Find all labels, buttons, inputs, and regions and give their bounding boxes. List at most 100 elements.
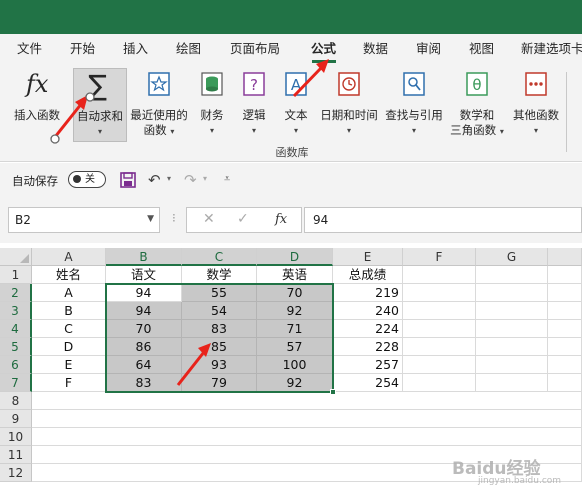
financial-button[interactable]: 财务 ▾ — [194, 68, 230, 144]
cell-b4[interactable]: 70 — [106, 320, 182, 338]
col-header-g[interactable]: G — [476, 248, 548, 266]
fill-handle[interactable] — [330, 389, 336, 395]
cell-a2[interactable]: A — [32, 284, 106, 302]
cell-e6[interactable]: 257 — [333, 356, 403, 374]
cell-b6[interactable]: 64 — [106, 356, 182, 374]
cell-e5[interactable]: 228 — [333, 338, 403, 356]
col-header-c[interactable]: C — [182, 248, 257, 266]
cell-h4[interactable] — [548, 320, 582, 338]
cell-h6[interactable] — [548, 356, 582, 374]
confirm-icon[interactable]: ✓ — [237, 211, 249, 227]
empty-row-10[interactable] — [32, 428, 582, 446]
insert-function-button[interactable]: fx 插入函数 — [8, 68, 66, 144]
cell-h2[interactable] — [548, 284, 582, 302]
autosum-button[interactable]: ∑ 自动求和 ▾ — [73, 68, 127, 142]
text-button[interactable]: A 文本 ▾ — [278, 68, 314, 144]
cell-f2[interactable] — [403, 284, 476, 302]
cell-f1[interactable] — [403, 266, 476, 284]
customize-qat-icon[interactable]: ⩡ — [224, 172, 230, 186]
cell-f7[interactable] — [403, 374, 476, 392]
tab-view[interactable]: 视图 — [469, 34, 494, 64]
undo-dropdown-icon[interactable]: ▾ — [167, 174, 171, 183]
cell-e3[interactable]: 240 — [333, 302, 403, 320]
tab-file[interactable]: 文件 — [17, 34, 42, 64]
col-header-b[interactable]: B — [106, 248, 182, 266]
cell-d4[interactable]: 71 — [257, 320, 333, 338]
redo-icon[interactable]: ↷ — [184, 171, 197, 189]
row-header-4[interactable]: 4 — [0, 320, 32, 338]
cell-f3[interactable] — [403, 302, 476, 320]
lookup-button[interactable]: 查找与引用 ▾ — [382, 68, 446, 144]
cell-d3[interactable]: 92 — [257, 302, 333, 320]
row-header-1[interactable]: 1 — [0, 266, 32, 284]
cell-a5[interactable]: D — [32, 338, 106, 356]
cell-d6[interactable]: 100 — [257, 356, 333, 374]
formula-input[interactable]: 94 — [304, 207, 582, 233]
col-header-a[interactable]: A — [32, 248, 106, 266]
row-header-11[interactable]: 11 — [0, 446, 32, 464]
cell-b5[interactable]: 86 — [106, 338, 182, 356]
cell-e4[interactable]: 224 — [333, 320, 403, 338]
row-header-10[interactable]: 10 — [0, 428, 32, 446]
cell-b1[interactable]: 语文 — [106, 266, 182, 284]
tab-new[interactable]: 新建选项卡 — [521, 34, 582, 64]
cell-d1[interactable]: 英语 — [257, 266, 333, 284]
cancel-icon[interactable]: ✕ — [203, 211, 215, 227]
select-all-corner[interactable] — [0, 248, 32, 266]
cell-b2[interactable]: 94 — [106, 284, 182, 302]
tab-home[interactable]: 开始 — [70, 34, 95, 64]
cell-a6[interactable]: E — [32, 356, 106, 374]
cell-f5[interactable] — [403, 338, 476, 356]
more-functions-button[interactable]: 其他函数 ▾ — [508, 68, 564, 144]
redo-dropdown-icon[interactable]: ▾ — [203, 174, 207, 183]
chevron-down-icon[interactable]: ▼ — [147, 214, 154, 224]
tab-insert[interactable]: 插入 — [123, 34, 148, 64]
cell-d5[interactable]: 57 — [257, 338, 333, 356]
cell-a7[interactable]: F — [32, 374, 106, 392]
insert-function-icon[interactable]: fx — [275, 212, 287, 227]
tab-review[interactable]: 审阅 — [416, 34, 441, 64]
cell-h1[interactable] — [548, 266, 582, 284]
cell-b3[interactable]: 94 — [106, 302, 182, 320]
cell-c5[interactable]: 85 — [182, 338, 257, 356]
row-header-12[interactable]: 12 — [0, 464, 32, 482]
row-header-7[interactable]: 7 — [0, 374, 32, 392]
name-box[interactable]: B2 ▼ — [8, 207, 160, 233]
col-header-d[interactable]: D — [257, 248, 333, 266]
logical-button[interactable]: ? 逻辑 ▾ — [236, 68, 272, 144]
save-icon[interactable] — [120, 172, 136, 191]
autosave-toggle[interactable]: 关 — [68, 171, 106, 188]
cell-a1[interactable]: 姓名 — [32, 266, 106, 284]
row-header-8[interactable]: 8 — [0, 392, 32, 410]
cell-a3[interactable]: B — [32, 302, 106, 320]
col-header-e[interactable]: E — [333, 248, 403, 266]
empty-row-9[interactable] — [32, 410, 582, 428]
cell-h5[interactable] — [548, 338, 582, 356]
tab-page-layout[interactable]: 页面布局 — [230, 34, 280, 64]
cell-d7[interactable]: 92 — [257, 374, 333, 392]
cell-d2[interactable]: 70 — [257, 284, 333, 302]
cell-g6[interactable] — [476, 356, 548, 374]
cell-g5[interactable] — [476, 338, 548, 356]
cell-e2[interactable]: 219 — [333, 284, 403, 302]
cell-g4[interactable] — [476, 320, 548, 338]
cell-e7[interactable]: 254 — [333, 374, 403, 392]
tab-data[interactable]: 数据 — [363, 34, 388, 64]
row-header-9[interactable]: 9 — [0, 410, 32, 428]
cell-f6[interactable] — [403, 356, 476, 374]
cell-e1[interactable]: 总成绩 — [333, 266, 403, 284]
cell-c6[interactable]: 93 — [182, 356, 257, 374]
cell-c1[interactable]: 数学 — [182, 266, 257, 284]
row-header-2[interactable]: 2 — [0, 284, 32, 302]
tab-draw[interactable]: 绘图 — [176, 34, 201, 64]
col-header-f[interactable]: F — [403, 248, 476, 266]
undo-icon[interactable]: ↶ — [148, 171, 161, 189]
cell-c4[interactable]: 83 — [182, 320, 257, 338]
cell-g1[interactable] — [476, 266, 548, 284]
datetime-button[interactable]: 日期和时间 ▾ — [316, 68, 382, 144]
cell-h7[interactable] — [548, 374, 582, 392]
cell-g7[interactable] — [476, 374, 548, 392]
row-header-3[interactable]: 3 — [0, 302, 32, 320]
cell-f4[interactable] — [403, 320, 476, 338]
cell-h3[interactable] — [548, 302, 582, 320]
